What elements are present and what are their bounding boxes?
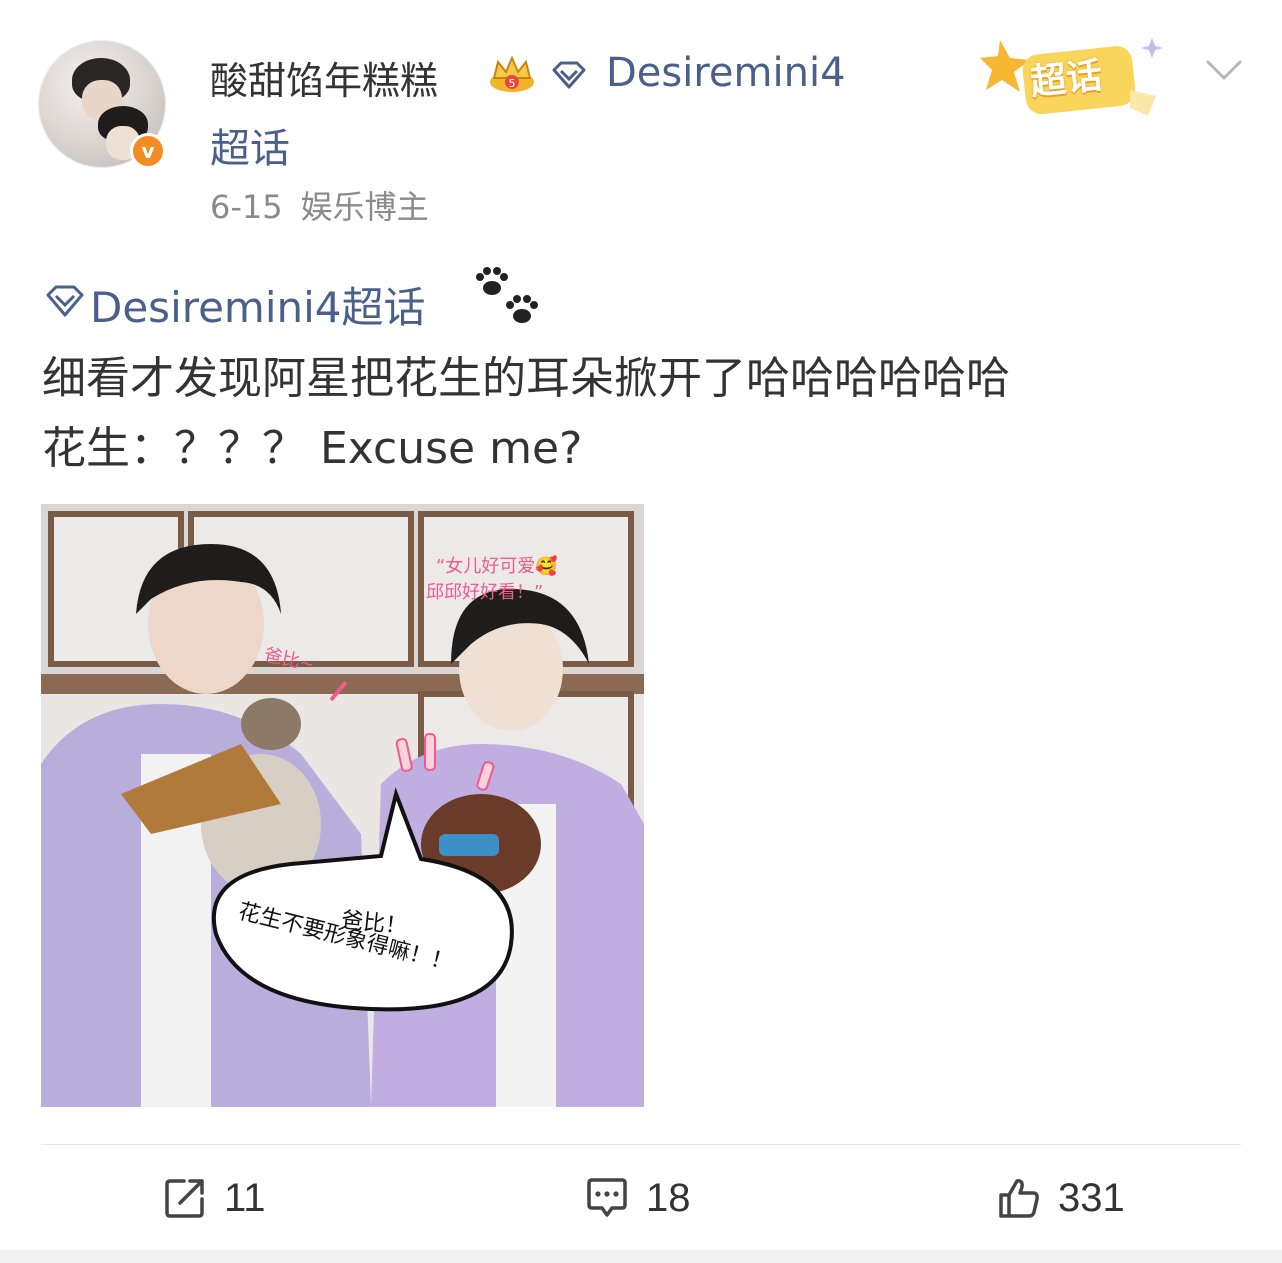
post-topic-label: Desiremini4超话 <box>90 283 426 332</box>
like-count: 331 <box>1058 1175 1125 1220</box>
chaohua-badge-label: 超话 <box>1028 55 1105 104</box>
diamond-icon <box>552 61 586 89</box>
crown-badge-icon: 5 <box>490 55 534 92</box>
topic-link[interactable]: Desiremini4 <box>606 50 846 96</box>
image-caption-2: 邱邱好好看！” <box>426 582 543 603</box>
post-date: 6-15 <box>210 188 283 226</box>
like-icon <box>999 1179 1039 1218</box>
post-text-line-2: 花生：？？？ Excuse me? <box>42 423 583 474</box>
comment-count: 18 <box>646 1175 691 1220</box>
repost-icon <box>165 1179 204 1218</box>
comment-button[interactable]: 18 <box>584 1170 691 1226</box>
verified-icon: v <box>130 133 166 169</box>
username[interactable]: 酸甜馅年糕糕 <box>210 50 438 105</box>
post-text-line-1: 细看才发现阿星把花生的耳朵掀开了哈哈哈哈哈哈 <box>42 353 1010 404</box>
diamond-icon <box>46 285 84 317</box>
comment-icon <box>587 1178 627 1217</box>
repost-button[interactable]: 11 <box>162 1170 266 1226</box>
svg-text:5: 5 <box>509 77 516 90</box>
bottom-separator <box>0 1250 1282 1263</box>
image-caption-1: “女儿好可爱🥰 <box>436 555 558 577</box>
chevron-down-icon[interactable] <box>1204 56 1244 84</box>
user-role: 娱乐博主 <box>300 188 429 226</box>
post-image[interactable]: “女儿好可爱🥰 邱邱好好看！” 爸比~ 爸比！ 花生不要形象得嘛！！ <box>41 504 644 1107</box>
topic-link-suffix[interactable]: 超话 <box>210 116 290 174</box>
post-meta: 6-15 娱乐博主 <box>210 182 429 228</box>
like-button[interactable]: 331 <box>996 1170 1125 1226</box>
paw-icon <box>476 267 538 323</box>
repost-count: 11 <box>224 1175 266 1220</box>
divider <box>41 1144 1241 1145</box>
